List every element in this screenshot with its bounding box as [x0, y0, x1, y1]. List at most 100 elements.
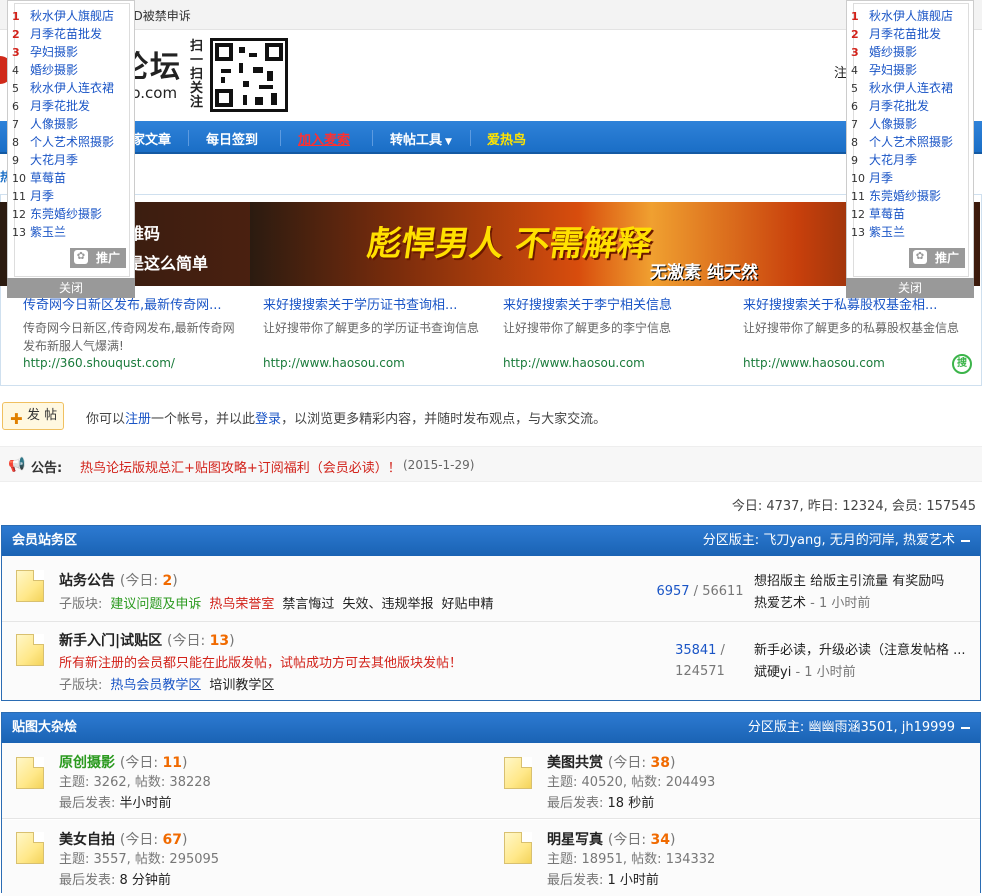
float-ad-item[interactable]: 1 秋水伊人旗舰店 — [851, 7, 953, 25]
float-ad-link[interactable]: 月季花批发 — [869, 99, 929, 113]
float-ad-link[interactable]: 人像摄影 — [30, 117, 78, 131]
announcement-link[interactable]: 热鸟论坛版规总汇+贴图攻略+订阅福利（会员必读）！ — [80, 457, 401, 476]
nav-love-hotbird[interactable]: 爱热鸟 — [487, 129, 526, 148]
login-link[interactable]: 登录 — [255, 412, 281, 427]
float-ad-link[interactable]: 大花月季 — [30, 153, 78, 167]
float-ad-item[interactable]: 6 月季花批发 — [851, 97, 953, 115]
ad-url[interactable]: http://360.shouqust.com/ — [23, 356, 175, 370]
float-ad-item[interactable]: 7 人像摄影 — [851, 115, 953, 133]
subforum-link[interactable]: 禁言悔过 — [282, 597, 334, 612]
float-ad-link[interactable]: 秋水伊人连衣裙 — [869, 81, 953, 95]
mods-names[interactable]: 幽幽雨涵3501, jh19999 — [808, 720, 955, 735]
last-post-title[interactable]: 想招版主 给版主引流量 有奖励吗 — [754, 570, 944, 589]
float-ad-link[interactable]: 紫玉兰 — [869, 225, 905, 239]
float-ad-item[interactable]: 5 秋水伊人连衣裙 — [851, 79, 953, 97]
last-post-time[interactable]: 1 小时前 — [608, 873, 659, 888]
last-post-time[interactable]: 18 秒前 — [608, 796, 655, 811]
appeal-link[interactable]: ID被禁申诉 — [130, 7, 191, 24]
forum-name[interactable]: 美图共赏 — [547, 755, 603, 771]
float-ad-link[interactable]: 婚纱摄影 — [30, 63, 78, 77]
float-ad-item[interactable]: 6 月季花批发 — [12, 97, 114, 115]
subforum-link[interactable]: 建议问题及申诉 — [110, 597, 201, 612]
register-link[interactable]: 注册 — [125, 412, 151, 427]
forum-name[interactable]: 站务公告 — [59, 573, 115, 589]
float-ad-item[interactable]: 11 东莞婚纱摄影 — [851, 187, 953, 205]
float-ad-item[interactable]: 9 大花月季 — [851, 151, 953, 169]
nav-repost-tool[interactable]: 转帖工具 ▼ — [390, 129, 452, 148]
ad-item[interactable]: 来好搜搜索关于私募股权基金相... 让好搜带你了解更多的私募股权基金信息 htt… — [743, 294, 979, 370]
nav-articles[interactable]: 家文章 — [132, 129, 171, 148]
section-title[interactable]: 会员站务区 — [12, 533, 77, 548]
subforum-link[interactable]: 热鸟会员教学区 — [110, 678, 201, 693]
float-ad-link[interactable]: 东莞婚纱摄影 — [30, 207, 102, 221]
float-ad-item[interactable]: 2 月季花苗批发 — [12, 25, 114, 43]
ad-url[interactable]: http://www.haosou.com — [503, 356, 645, 370]
float-ad-item[interactable]: 13 紫玉兰 — [12, 223, 114, 241]
forum-name[interactable]: 明星写真 — [547, 832, 603, 848]
float-ad-link[interactable]: 草莓苗 — [30, 171, 66, 185]
float-ad-link[interactable]: 东莞婚纱摄影 — [869, 189, 941, 203]
search-icon[interactable]: 搜 — [952, 354, 972, 374]
ad-url[interactable]: http://www.haosou.com — [263, 356, 405, 370]
float-ad-link[interactable]: 秋水伊人连衣裙 — [30, 81, 114, 95]
float-ad-link[interactable]: 个人艺术照摄影 — [869, 135, 953, 149]
ad-item[interactable]: 传奇网今日新区发布,最新传奇网... 传奇网今日新区,传奇网发布,最新传奇网发布… — [23, 294, 259, 370]
float-ad-link[interactable]: 月季 — [869, 171, 893, 185]
float-ad-item[interactable]: 4 婚纱摄影 — [12, 61, 114, 79]
float-ad-item[interactable]: 9 大花月季 — [12, 151, 114, 169]
nav-join[interactable]: 加入麦索 — [298, 129, 350, 148]
subforum-link[interactable]: 好贴申精 — [441, 597, 493, 612]
float-ad-link[interactable]: 孕妇摄影 — [30, 45, 78, 59]
subforum-link[interactable]: 失效、违规举报 — [342, 597, 433, 612]
last-post-user[interactable]: 斌硬yi — [754, 665, 791, 680]
ad-title[interactable]: 来好搜搜索关于李宁相关信息 — [503, 294, 739, 313]
float-ad-link[interactable]: 紫玉兰 — [30, 225, 66, 239]
section-title[interactable]: 贴图大杂烩 — [12, 720, 77, 735]
subforum-link[interactable]: 培训教学区 — [209, 678, 274, 693]
float-ad-item[interactable]: 8 个人艺术照摄影 — [12, 133, 114, 151]
section-header[interactable]: 会员站务区 分区版主: 飞刀yang, 无月的河岸, 热爱艺术 — [2, 526, 980, 556]
float-ad-link[interactable]: 孕妇摄影 — [869, 63, 917, 77]
float-ad-item[interactable]: 3 孕妇摄影 — [12, 43, 114, 61]
promo-badge[interactable]: ✿ 推广 — [70, 248, 126, 268]
promo-badge[interactable]: ✿ 推广 — [909, 248, 965, 268]
float-ad-link[interactable]: 草莓苗 — [869, 207, 905, 221]
float-ad-link[interactable]: 大花月季 — [869, 153, 917, 167]
collapse-icon[interactable] — [961, 539, 970, 542]
float-ad-item[interactable]: 1 秋水伊人旗舰店 — [12, 7, 114, 25]
float-ad-item[interactable]: 2 月季花苗批发 — [851, 25, 953, 43]
section-header[interactable]: 贴图大杂烩 分区版主: 幽幽雨涵3501, jh19999 — [2, 713, 980, 743]
float-ad-link[interactable]: 人像摄影 — [869, 117, 917, 131]
float-ad-link[interactable]: 婚纱摄影 — [869, 45, 917, 59]
ad-item[interactable]: 来好搜搜索关于学历证书查询相... 让好搜带你了解更多的学历证书查询信息 htt… — [263, 294, 499, 370]
forum-name[interactable]: 新手入门|试贴区 — [59, 633, 162, 649]
float-ad-link[interactable]: 秋水伊人旗舰店 — [869, 9, 953, 23]
ad-url[interactable]: http://www.haosou.com — [743, 356, 885, 370]
float-ad-item[interactable]: 10 草莓苗 — [12, 169, 114, 187]
close-button[interactable]: 关闭 — [846, 278, 974, 298]
subforum-link[interactable]: 热鸟荣誉室 — [209, 597, 274, 612]
nav-daily-checkin[interactable]: 每日签到 — [206, 129, 258, 148]
float-ad-item[interactable]: 13 紫玉兰 — [851, 223, 953, 241]
float-ad-item[interactable]: 7 人像摄影 — [12, 115, 114, 133]
close-button[interactable]: 关闭 — [7, 278, 135, 298]
forum-name[interactable]: 美女自拍 — [59, 832, 115, 848]
float-ad-link[interactable]: 秋水伊人旗舰店 — [30, 9, 114, 23]
float-ad-item[interactable]: 12 草莓苗 — [851, 205, 953, 223]
float-ad-item[interactable]: 5 秋水伊人连衣裙 — [12, 79, 114, 97]
float-ad-link[interactable]: 月季花苗批发 — [30, 27, 102, 41]
new-post-button[interactable]: ✚ 发 帖 — [2, 402, 64, 430]
last-post-user[interactable]: 热爱艺术 — [754, 596, 806, 611]
forum-name[interactable]: 原创摄影 — [59, 755, 115, 771]
float-ad-item[interactable]: 4 孕妇摄影 — [851, 61, 953, 79]
last-post-time[interactable]: 半小时前 — [120, 796, 172, 811]
ad-title[interactable]: 来好搜搜索关于学历证书查询相... — [263, 294, 499, 313]
float-ad-link[interactable]: 个人艺术照摄影 — [30, 135, 114, 149]
last-post-time[interactable]: 8 分钟前 — [120, 873, 171, 888]
ad-item[interactable]: 来好搜搜索关于李宁相关信息 让好搜带你了解更多的李宁信息 http://www.… — [503, 294, 739, 370]
last-post-title[interactable]: 新手必读，升级必读（注意发帖格 ... — [754, 639, 966, 658]
float-ad-link[interactable]: 月季花批发 — [30, 99, 90, 113]
float-ad-item[interactable]: 12 东莞婚纱摄影 — [12, 205, 114, 223]
mods-names[interactable]: 飞刀yang, 无月的河岸, 热爱艺术 — [763, 533, 955, 548]
float-ad-item[interactable]: 10 月季 — [851, 169, 953, 187]
